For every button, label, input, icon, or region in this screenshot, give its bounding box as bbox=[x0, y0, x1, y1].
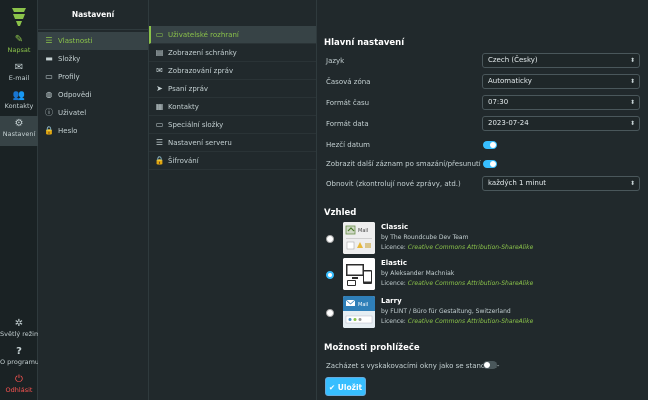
section-encryption[interactable]: 🔒 Šifrování bbox=[149, 152, 316, 170]
envelope-icon: ✉ bbox=[14, 62, 24, 73]
app-rail: ✎ Napsat ✉ E-mail 👥 Kontakty ⚙ Nastavení… bbox=[0, 0, 40, 400]
svg-text:Mail: Mail bbox=[358, 302, 368, 308]
skin-classic-license-link[interactable]: Creative Commons Attribution-ShareAlike bbox=[408, 244, 534, 251]
skin-classic[interactable]: Mail Classic by The Roundcube Dev Team L… bbox=[326, 222, 636, 258]
sliders-icon: ☰ bbox=[45, 36, 53, 45]
preferences-form: Hlavní nastavení Jazyk Czech (Česky) ⬍ Ča… bbox=[317, 0, 648, 400]
server-icon: ☰ bbox=[155, 138, 164, 147]
refresh-label: Obnovit (zkontrolují nové zprávy, atd.) bbox=[326, 180, 461, 188]
skin-larry-name: Larry bbox=[381, 297, 402, 305]
popup-label: Zacházet s vyskakovacími okny jako se st… bbox=[326, 362, 500, 370]
gear-icon: ⚙ bbox=[14, 118, 24, 129]
chevron-updown-icon: ⬍ bbox=[629, 78, 635, 85]
settings-button[interactable]: ⚙ Nastavení bbox=[0, 116, 38, 146]
skin-elastic-license-link[interactable]: Creative Commons Attribution-ShareAlike bbox=[408, 280, 534, 287]
date-format-label: Formát data bbox=[326, 120, 369, 128]
address-book-icon: ▦ bbox=[155, 102, 164, 111]
settings-item-responses[interactable]: ◍ Odpovědi bbox=[38, 86, 148, 104]
skin-larry-thumbnail: Mail bbox=[343, 296, 375, 328]
contacts-button[interactable]: 👥 Kontakty bbox=[0, 88, 38, 116]
pretty-date-toggle[interactable] bbox=[483, 141, 497, 149]
skin-classic-author: by The Roundcube Dev Team bbox=[381, 234, 469, 241]
settings-item-identities[interactable]: ▭ Profily bbox=[38, 68, 148, 86]
skin-elastic-thumbnail bbox=[343, 258, 375, 290]
users-icon: 👥 bbox=[12, 90, 26, 101]
mail-button[interactable]: ✉ E-mail bbox=[0, 60, 38, 88]
save-button[interactable]: ✔ Uložit bbox=[325, 377, 366, 396]
skin-elastic-license: Licence: Creative Commons Attribution-Sh… bbox=[381, 280, 534, 287]
general-settings-title: Hlavní nastavení bbox=[324, 38, 405, 48]
skin-classic-radio[interactable] bbox=[326, 235, 334, 243]
settings-item-user[interactable]: ⓘ Uživatel bbox=[38, 104, 148, 122]
skin-larry-license-link[interactable]: Creative Commons Attribution-ShareAlike bbox=[408, 318, 534, 325]
inbox-icon: ▤ bbox=[155, 48, 164, 57]
logout-button[interactable]: ⏻ Odhlásit bbox=[0, 372, 38, 400]
comment-icon: ◍ bbox=[45, 90, 53, 99]
section-compose[interactable]: ➤ Psaní zpráv bbox=[149, 80, 316, 98]
settings-item-password[interactable]: 🔒 Heslo bbox=[38, 122, 148, 140]
lock-icon: 🔒 bbox=[154, 156, 165, 165]
skin-larry-license: Licence: Creative Commons Attribution-Sh… bbox=[381, 318, 534, 325]
time-format-select[interactable]: 07:30 ⬍ bbox=[482, 95, 640, 110]
compose-button[interactable]: ✎ Napsat bbox=[0, 32, 38, 60]
appearance-title: Vzhled bbox=[324, 208, 357, 218]
settings-title: Nastavení bbox=[38, 0, 148, 30]
settings-item-preferences[interactable]: ☰ Vlastnosti bbox=[38, 32, 148, 50]
skin-elastic-radio[interactable] bbox=[326, 271, 334, 279]
timezone-select[interactable]: Automaticky ⬍ bbox=[482, 74, 640, 89]
next-after-delete-label: Zobrazit další záznam po smazání/přesunu… bbox=[326, 160, 481, 168]
lock-icon: 🔒 bbox=[44, 126, 54, 135]
paper-plane-icon: ➤ bbox=[156, 84, 163, 93]
settings-item-folders[interactable]: ▬ Složky bbox=[38, 50, 148, 68]
next-after-delete-toggle[interactable] bbox=[483, 160, 497, 168]
skin-elastic-author: by Aleksander Machniak bbox=[381, 270, 455, 277]
sun-icon: ✲ bbox=[14, 318, 24, 329]
check-icon: ✔ bbox=[328, 383, 336, 392]
section-message-display[interactable]: ✉ Zobrazování zpráv bbox=[149, 62, 316, 80]
skin-elastic-name: Elastic bbox=[381, 259, 407, 267]
folder-icon: ▭ bbox=[155, 120, 164, 129]
browser-options-title: Možnosti prohlížeče bbox=[324, 343, 420, 353]
popup-toggle[interactable] bbox=[483, 361, 497, 369]
info-icon: ⓘ bbox=[45, 108, 53, 117]
language-select[interactable]: Czech (Česky) ⬍ bbox=[482, 53, 640, 68]
section-contacts[interactable]: ▦ Kontakty bbox=[149, 98, 316, 116]
monitor-icon: ▭ bbox=[155, 30, 164, 39]
about-button[interactable]: ? O programu bbox=[0, 344, 39, 372]
chevron-updown-icon: ⬍ bbox=[629, 99, 635, 106]
sections-list: ▭ Uživatelské rozhraní ▤ Zobrazení schrá… bbox=[149, 0, 317, 400]
timezone-label: Časová zóna bbox=[326, 78, 371, 86]
question-icon: ? bbox=[16, 346, 22, 357]
skin-classic-name: Classic bbox=[381, 223, 409, 231]
chevron-updown-icon: ⬍ bbox=[629, 120, 635, 127]
skin-elastic[interactable]: Elastic by Aleksander Machniak Licence: … bbox=[326, 258, 636, 294]
chevron-updown-icon: ⬍ bbox=[629, 180, 635, 187]
roundcube-logo-icon bbox=[12, 8, 26, 26]
settings-list: Nastavení ☰ Vlastnosti ▬ Složky ▭ Profil… bbox=[38, 0, 149, 400]
chevron-updown-icon: ⬍ bbox=[629, 57, 635, 64]
section-mailbox-view[interactable]: ▤ Zobrazení schránky bbox=[149, 44, 316, 62]
skin-classic-license: Licence: Creative Commons Attribution-Sh… bbox=[381, 244, 534, 251]
skin-classic-thumbnail: Mail bbox=[343, 222, 375, 254]
light-mode-button[interactable]: ✲ Světlý režim bbox=[0, 316, 40, 344]
date-format-select[interactable]: 2023-07-24 ⬍ bbox=[482, 116, 640, 131]
section-server-settings[interactable]: ☰ Nastavení serveru bbox=[149, 134, 316, 152]
pencil-icon: ✎ bbox=[14, 34, 24, 45]
envelope-open-icon: ✉ bbox=[156, 66, 163, 75]
folder-icon: ▬ bbox=[45, 54, 53, 63]
refresh-select[interactable]: každých 1 minut ⬍ bbox=[482, 176, 640, 191]
skin-larry-author: by FLINT / Büro für Gestaltung, Switzerl… bbox=[381, 308, 511, 315]
section-special-folders[interactable]: ▭ Speciální složky bbox=[149, 116, 316, 134]
power-icon: ⏻ bbox=[15, 374, 23, 385]
skin-larry-radio[interactable] bbox=[326, 309, 334, 317]
svg-text:Mail: Mail bbox=[358, 228, 368, 234]
language-label: Jazyk bbox=[326, 57, 345, 65]
id-card-icon: ▭ bbox=[45, 72, 53, 81]
time-format-label: Formát času bbox=[326, 99, 370, 107]
pretty-date-label: Hezčí datum bbox=[326, 141, 370, 149]
skin-larry[interactable]: Mail Larry by FLINT / Büro für Gestaltun… bbox=[326, 296, 636, 332]
section-user-interface[interactable]: ▭ Uživatelské rozhraní bbox=[149, 26, 316, 44]
